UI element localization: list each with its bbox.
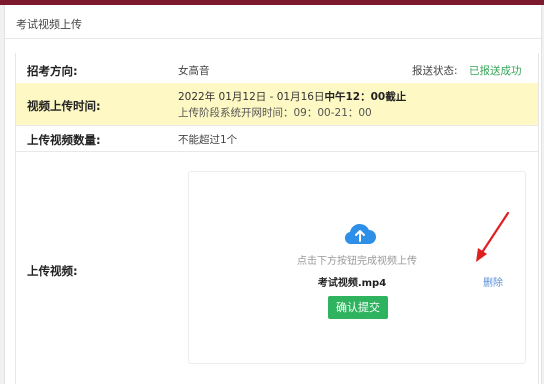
upload-dropzone[interactable]: 点击下方按钮完成视频上传 考试视频.mp4 删除 确认提交	[188, 171, 526, 364]
status-label: 报送状态:	[412, 65, 458, 77]
page-title: 考试视频上传	[16, 18, 82, 31]
row-upload-time: 视频上传时间: 2022年 01月12日 - 01月16日中午12：00截止 上…	[16, 83, 538, 126]
row-direction: 招考方向: 女高音 报送状态: 已报送成功	[16, 53, 538, 84]
delete-link[interactable]: 删除	[483, 274, 503, 289]
deadline-dates: 2022年 01月12日 - 01月16日	[178, 91, 325, 103]
open-hours: 上传阶段系统开网时间：09：00-21：00	[178, 107, 372, 119]
deadline-time: 中午12：00截止	[324, 91, 407, 103]
status-badge: 已报送成功	[469, 65, 522, 77]
panel-header: 考试视频上传	[5, 5, 541, 39]
upload-video-label: 上传视频:	[27, 264, 78, 278]
cloud-upload-icon[interactable]	[343, 220, 377, 246]
uploaded-file-name: 考试视频.mp4	[317, 278, 387, 289]
upload-time-label: 视频上传时间:	[27, 99, 101, 113]
info-table: 招考方向: 女高音 报送状态: 已报送成功 视频上传时间: 2022年 01月1…	[15, 53, 539, 384]
upload-deadline: 2022年 01月12日 - 01月16日中午12：00截止	[178, 89, 406, 104]
red-arrow-annotation	[476, 211, 510, 262]
row-video-count: 上传视频数量: 不能超过1个	[16, 125, 538, 152]
row-upload-video: 上传视频: 点击下方按钮完成视频上传 考试视频.mp4 删除 确认提交	[16, 151, 538, 384]
direction-value: 女高音	[178, 65, 210, 77]
direction-label: 招考方向:	[27, 64, 78, 78]
video-count-label: 上传视频数量:	[27, 133, 101, 147]
submit-button[interactable]: 确认提交	[328, 296, 388, 319]
video-count-value: 不能超过1个	[178, 134, 238, 146]
upload-panel: 考试视频上传 招考方向: 女高音 报送状态: 已报送成功 视频上传时间: 202…	[4, 5, 542, 384]
